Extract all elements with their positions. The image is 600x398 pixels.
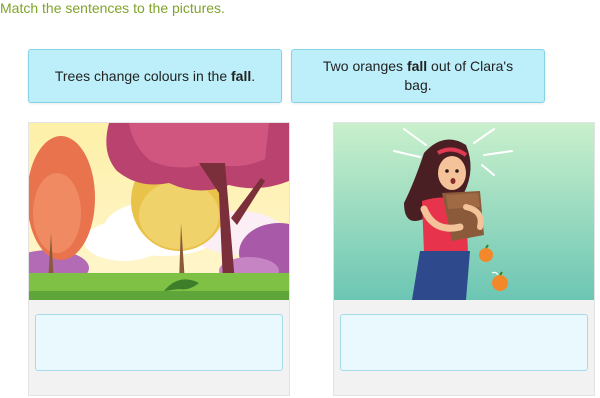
sentence-card-trees[interactable]: Trees change colours in the fall. bbox=[28, 49, 282, 103]
sentence-text: Two oranges fall out of Clara's bag. bbox=[322, 58, 514, 93]
picture-panel-oranges bbox=[333, 122, 595, 396]
drop-zone-1[interactable] bbox=[35, 314, 283, 371]
sentence-card-oranges[interactable]: Two oranges fall out of Clara's bag. bbox=[291, 49, 545, 103]
drop-zone-2[interactable] bbox=[340, 314, 588, 371]
sentence-text: Trees change colours in the fall. bbox=[54, 67, 256, 84]
picture-panel-trees bbox=[28, 122, 290, 396]
instruction-text: Match the sentences to the pictures. bbox=[0, 0, 225, 16]
autumn-trees-picture bbox=[29, 123, 289, 300]
girl-oranges-picture bbox=[334, 123, 594, 300]
